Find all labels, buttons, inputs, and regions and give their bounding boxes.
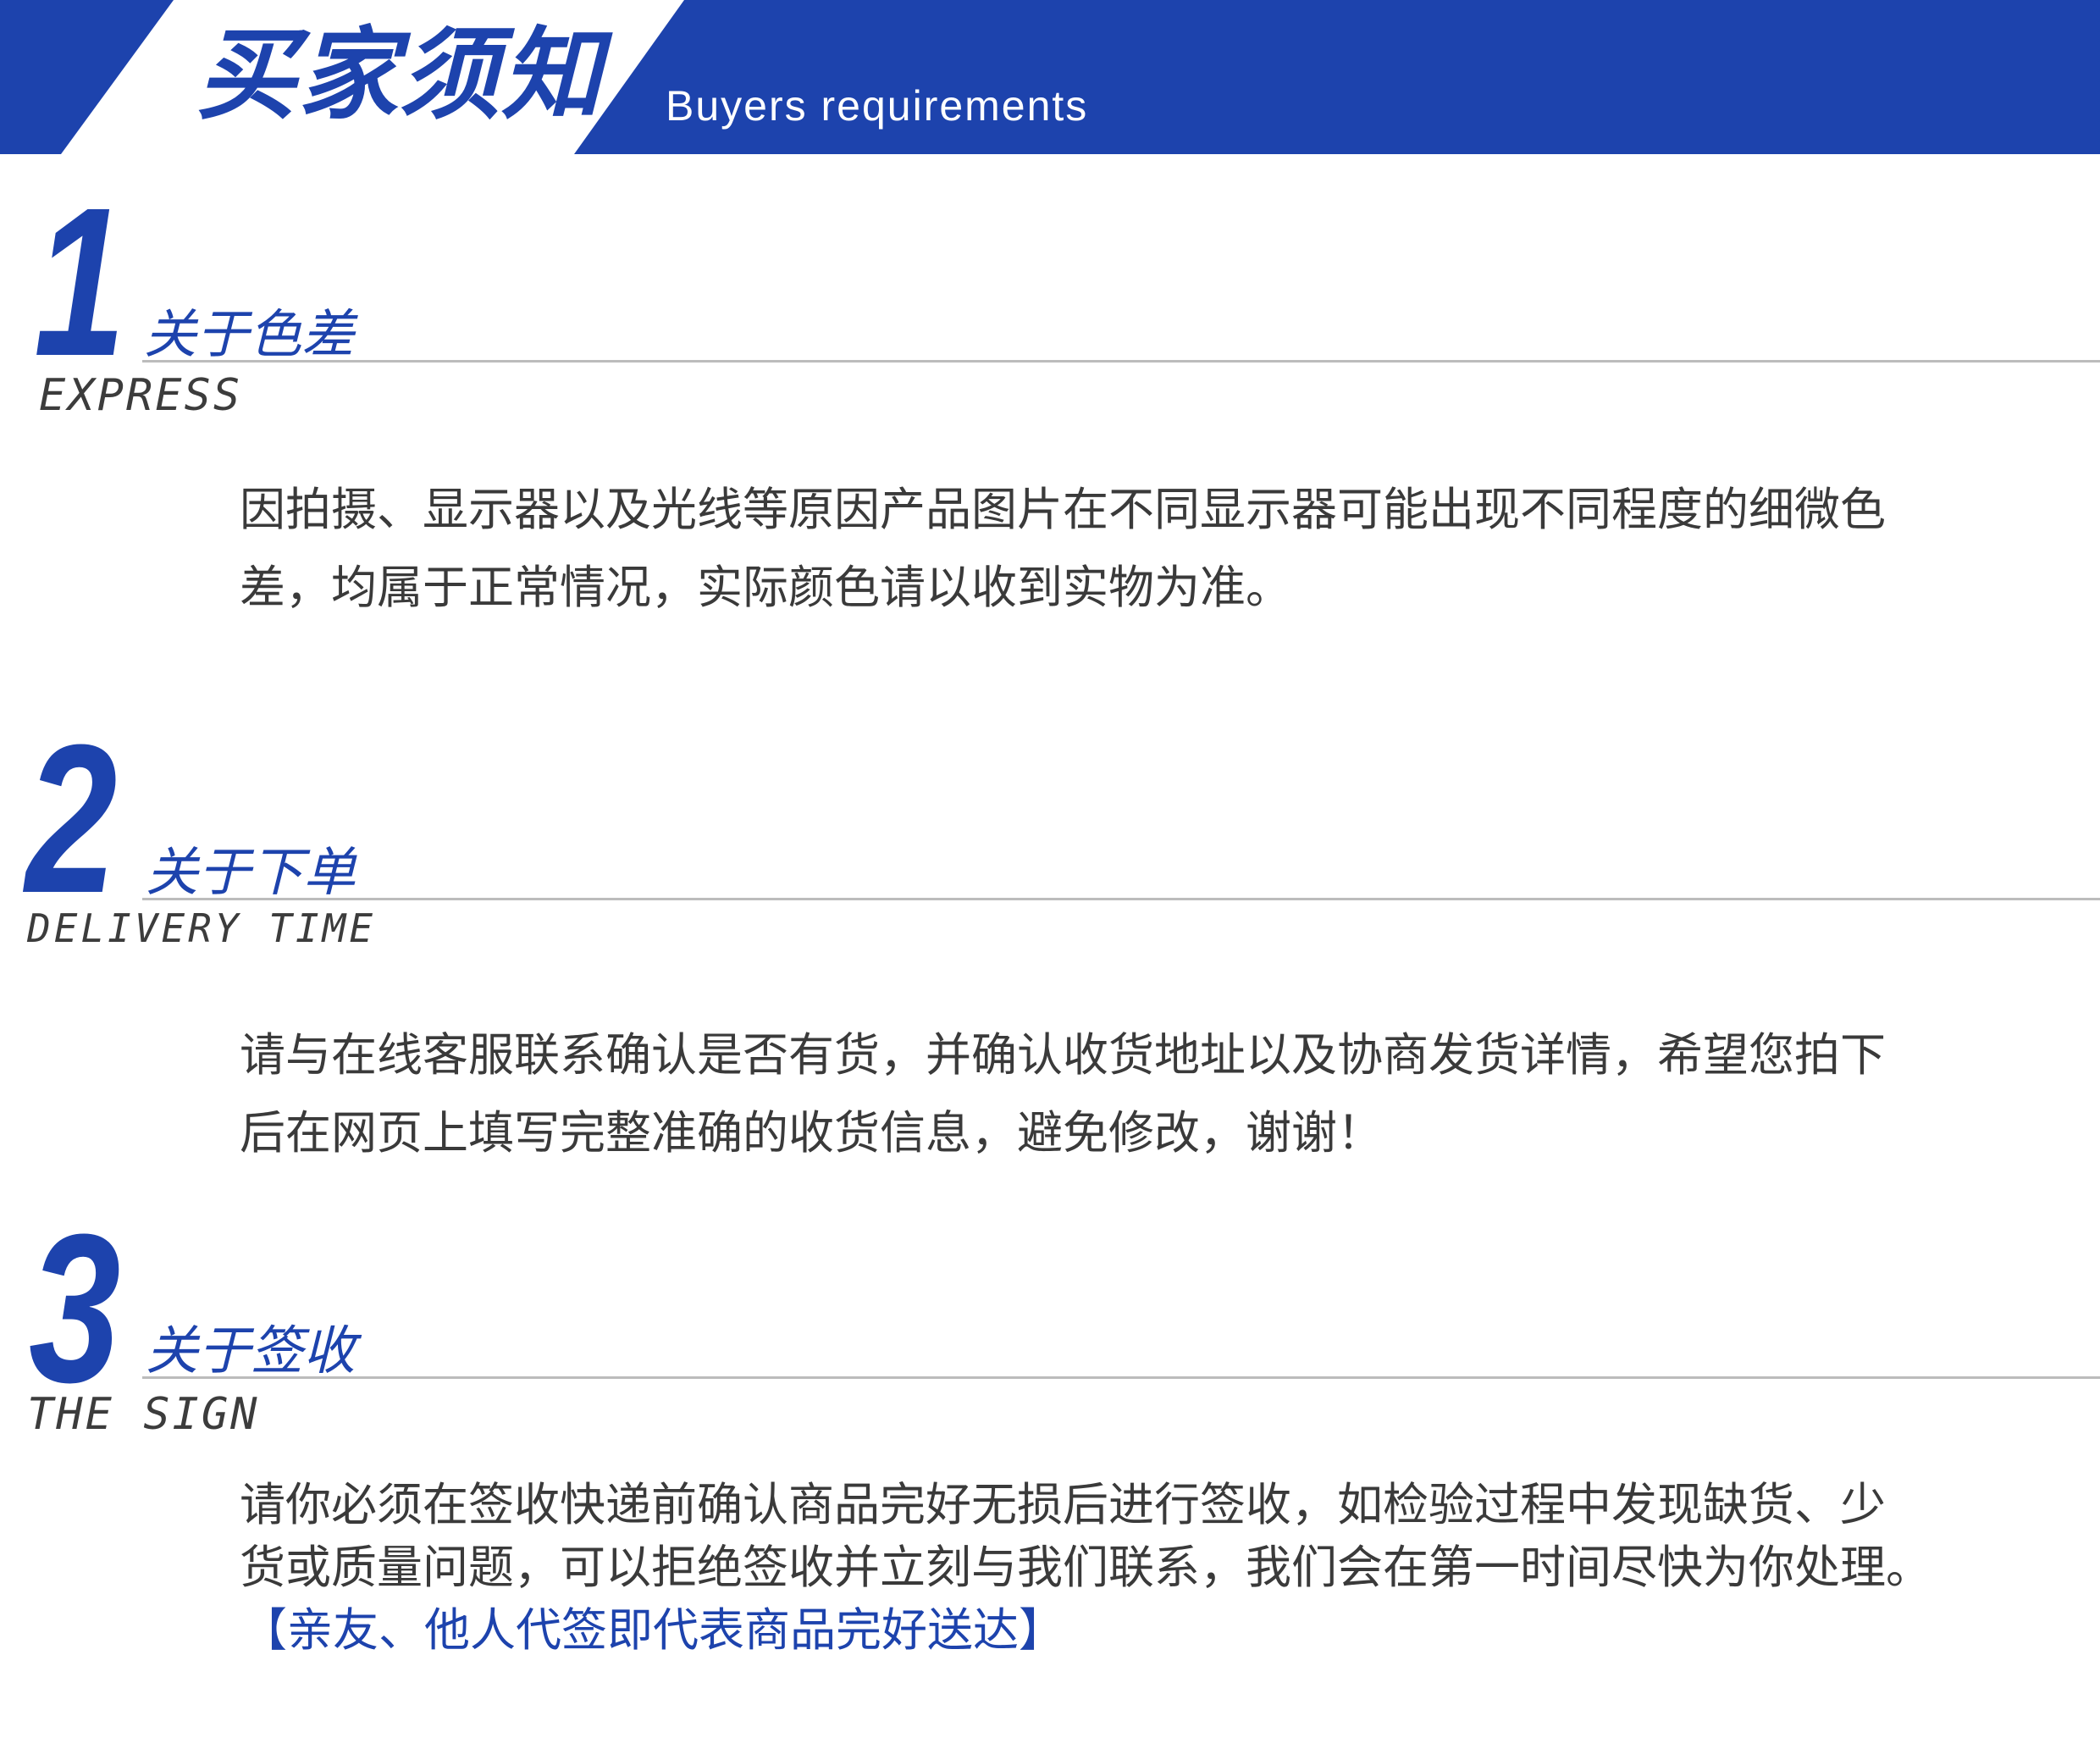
body-line: 货或质量问题，可以拒绝签收并立刻与我们联系，我们会在第一时间尽快为你处理。 <box>240 1541 1931 1594</box>
body-line: 后在网页上填写完整准确的收货信息，避免修改，谢谢！ <box>240 1106 1383 1160</box>
body-line: 差，均属于正常情况，实际颜色请以收到实物为准。 <box>240 561 1291 614</box>
section-number: 2 <box>25 700 118 937</box>
section-number: 1 <box>34 163 126 400</box>
section-heading: 关于签收 <box>146 1320 356 1381</box>
buyer-notice-page: 买家须知 Buyers requirements 1 关于色差 EXPRESS … <box>0 0 2100 1738</box>
section-number: 3 <box>29 1190 121 1426</box>
body-line: 请你必须在签收快递前确认商品完好无损后进行签收，如检验过程中发现缺货、少 <box>240 1478 1886 1531</box>
header-banner: 买家须知 Buyers requirements <box>0 0 2100 154</box>
section-body: 因拍摄、显示器以及光线等原因产品图片在不同显示器可能出现不同程度的细微色 差，均… <box>240 471 2009 627</box>
section-heading: 关于色差 <box>144 303 355 365</box>
body-line: 请与在线客服联系确认是否有货，并确认收货地址以及协商发货详情，希望您拍下 <box>240 1028 1886 1082</box>
body-line: 因拍摄、显示器以及光线等原因产品图片在不同显示器可能出现不同程度的细微色 <box>240 483 1886 536</box>
signing-note-highlight: 【亲友、他人代签即代表商品完好送达】 <box>241 1603 1064 1657</box>
banner-left-stripe <box>0 0 174 154</box>
section-english-label: DELIVERY TIME <box>27 905 377 951</box>
page-title: 买家须知 <box>196 16 604 133</box>
section-heading: 关于下单 <box>146 841 356 903</box>
section-body: 请你必须在签收快递前确认商品完好无损后进行签收，如检验过程中发现缺货、少 货或质… <box>240 1474 2009 1662</box>
section-english-label: THE SIGN <box>27 1389 260 1440</box>
section-divider <box>142 898 2100 900</box>
section-english-label: EXPRESS <box>39 370 243 421</box>
section-divider <box>142 1376 2100 1379</box>
section-divider <box>142 360 2100 363</box>
page-subtitle: Buyers requirements <box>666 82 1089 130</box>
section-body: 请与在线客服联系确认是否有货，并确认收货地址以及协商发货详情，希望您拍下 后在网… <box>240 1016 2009 1172</box>
